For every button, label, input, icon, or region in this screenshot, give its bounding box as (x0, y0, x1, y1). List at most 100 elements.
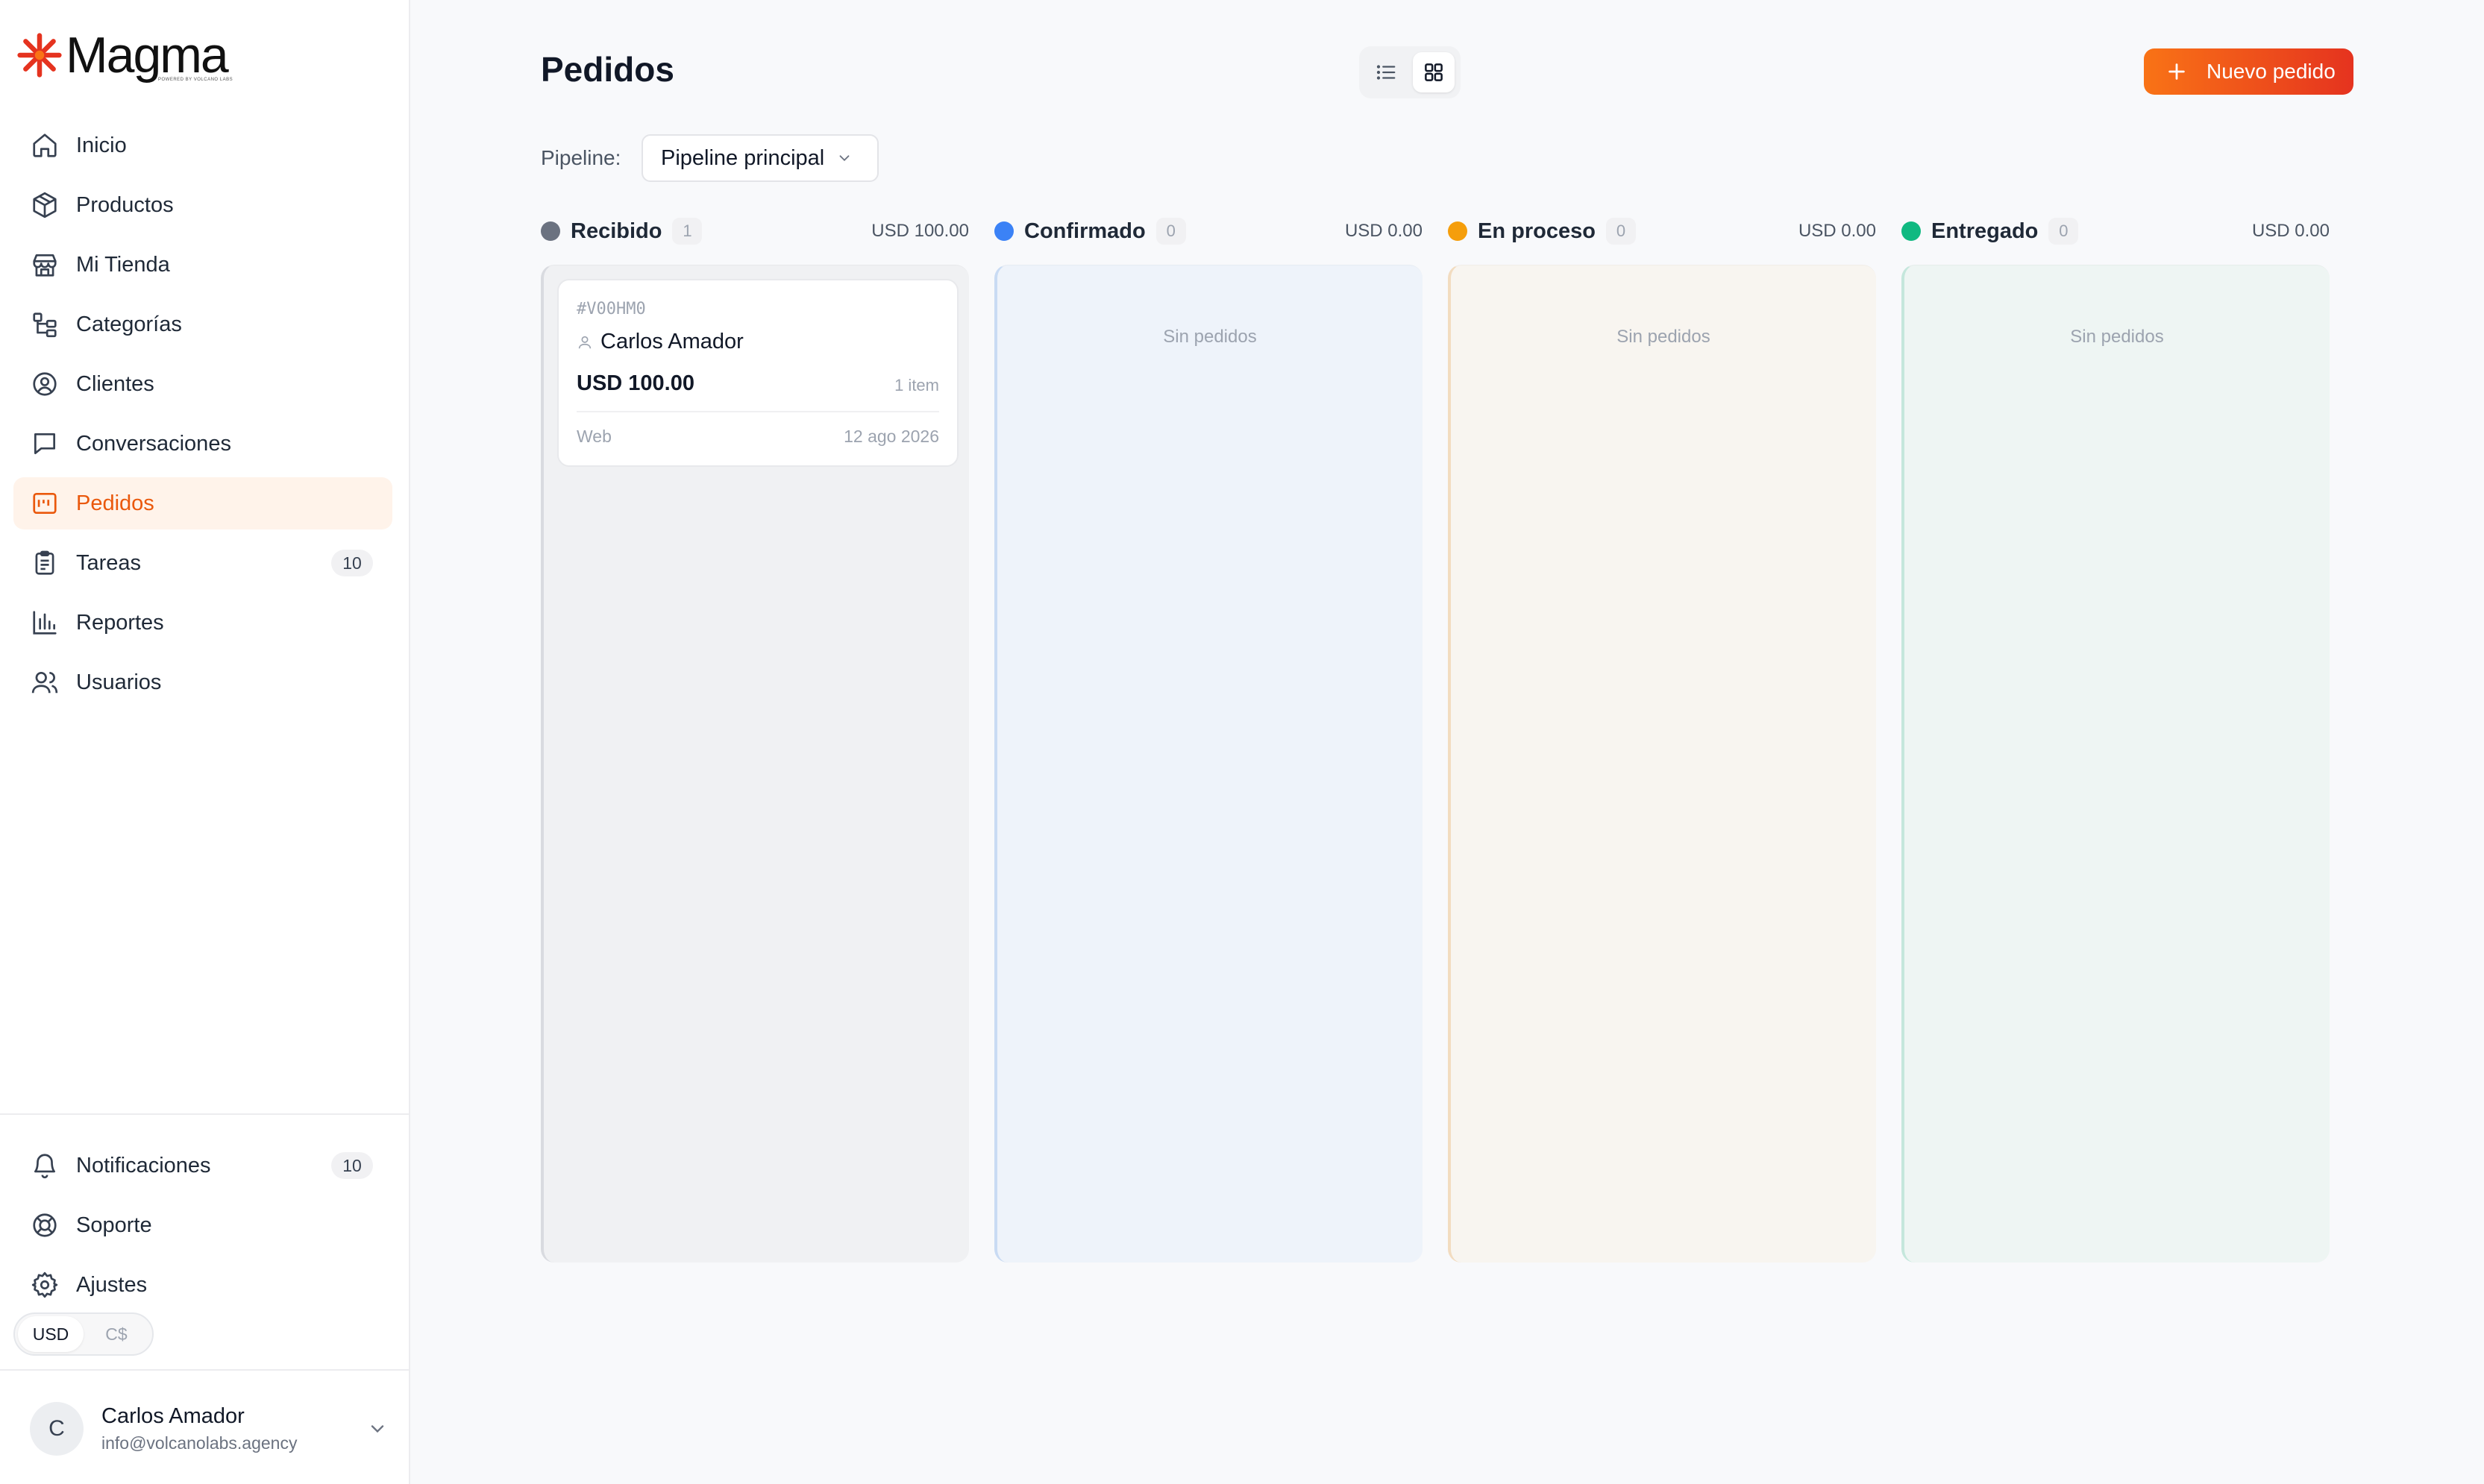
sidebar-item-usuarios[interactable]: Usuarios (13, 656, 392, 708)
brand-logo[interactable]: Magma POWERED BY VOLCANO LABS (16, 27, 233, 84)
column-title: Confirmado (1024, 218, 1146, 243)
card-divider (577, 411, 939, 412)
sidebar-item-label: Inicio (76, 133, 127, 157)
lifebuoy-icon (30, 1210, 60, 1240)
column-body-en-proceso[interactable]: Sin pedidos (1448, 265, 1876, 1263)
avatar: C (30, 1402, 84, 1456)
order-customer: Carlos Amador (577, 330, 744, 354)
sidebar-item-label: Soporte (76, 1213, 152, 1237)
store-icon (30, 250, 60, 280)
sidebar-item-tareas[interactable]: Tareas 10 (13, 537, 392, 589)
sidebar-item-categorias[interactable]: Categorías (13, 298, 392, 350)
sidebar-item-label: Tareas (76, 550, 142, 575)
home-icon (30, 131, 60, 160)
column-count: 0 (2048, 218, 2079, 245)
chat-icon (30, 429, 60, 459)
bar-chart-icon (30, 608, 60, 638)
order-items-count: 1 item (894, 376, 939, 394)
column-body-confirmado[interactable]: Sin pedidos (994, 265, 1423, 1263)
column-title: En proceso (1478, 218, 1596, 243)
clipboard-icon (30, 548, 60, 578)
sidebar-item-pedidos[interactable]: Pedidos (13, 477, 392, 529)
empty-state: Sin pedidos (2070, 327, 2164, 347)
brand-name: Magma (66, 27, 229, 84)
column-total: USD 0.00 (1798, 221, 1876, 241)
column-header-recibido: Recibido 1 USD 100.00 (541, 216, 969, 246)
order-channel: Web (577, 427, 612, 446)
order-date: 12 ago 2026 (844, 427, 939, 446)
column-header-confirmado: Confirmado 0 USD 0.00 (994, 216, 1423, 246)
sidebar-item-mi-tienda[interactable]: Mi Tienda (13, 239, 392, 291)
sidebar-item-label: Clientes (76, 371, 154, 396)
status-dot (1901, 221, 1921, 241)
sidebar-item-label: Usuarios (76, 670, 162, 694)
list-icon (1376, 65, 1396, 80)
sidebar-item-conversaciones[interactable]: Conversaciones (13, 418, 392, 470)
pipeline-select[interactable]: Pipeline principal (642, 134, 879, 182)
column-body-entregado[interactable]: Sin pedidos (1901, 265, 2330, 1263)
status-dot (541, 221, 560, 241)
order-amount: USD 100.00 (577, 371, 694, 395)
pipeline-selected-value: Pipeline principal (661, 145, 825, 170)
order-customer-name: Carlos Amador (600, 330, 744, 353)
column-total: USD 0.00 (1344, 221, 1423, 241)
column-count: 0 (1155, 218, 1186, 245)
sidebar-item-clientes[interactable]: Clientes (13, 358, 392, 410)
user-circle-icon (30, 369, 60, 399)
plus-icon (2168, 63, 2185, 80)
sidebar-item-label: Notificaciones (76, 1153, 211, 1178)
orders-icon (30, 488, 60, 518)
sidebar-item-label: Productos (76, 192, 174, 217)
new-order-button[interactable]: Nuevo pedido (2144, 48, 2353, 95)
person-icon (578, 336, 592, 348)
box-icon (30, 190, 60, 220)
gear-icon (30, 1270, 60, 1300)
user-menu[interactable]: C Carlos Amador info@volcanolabs.agency (30, 1400, 388, 1457)
magma-logo-icon (17, 33, 62, 78)
users-icon (30, 667, 60, 697)
pipeline-label: Pipeline: (541, 146, 621, 169)
column-body-recibido[interactable]: #V00HM0 Carlos Amador USD 100.00 1 item … (541, 265, 969, 1263)
column-total: USD 100.00 (871, 221, 969, 241)
column-count: 0 (1605, 218, 1636, 245)
user-name: Carlos Amador (101, 1404, 245, 1428)
column-header-entregado: Entregado 0 USD 0.00 (1901, 216, 2330, 246)
order-card[interactable]: #V00HM0 Carlos Amador USD 100.00 1 item … (557, 279, 959, 467)
view-toggle (1359, 46, 1461, 98)
sidebar-item-label: Pedidos (76, 491, 154, 515)
list-view-button[interactable] (1365, 52, 1407, 92)
empty-state: Sin pedidos (1616, 327, 1710, 347)
currency-option-cordoba[interactable]: C$ (84, 1316, 149, 1352)
sidebar-item-soporte[interactable]: Soporte (13, 1199, 392, 1251)
sidebar-item-label: Mi Tienda (76, 252, 170, 277)
sidebar-divider (0, 1369, 410, 1371)
bell-icon (30, 1151, 60, 1180)
column-title: Recibido (571, 218, 662, 243)
new-order-label: Nuevo pedido (2207, 60, 2336, 83)
sidebar-item-reportes[interactable]: Reportes (13, 597, 392, 649)
user-email: info@volcanolabs.agency (101, 1433, 298, 1453)
sidebar: Magma POWERED BY VOLCANO LABS Inicio Pro… (0, 0, 410, 1484)
column-title: Entregado (1931, 218, 2039, 243)
tasks-count-badge: 10 (331, 550, 373, 576)
sidebar-item-productos[interactable]: Productos (13, 179, 392, 231)
currency-option-usd[interactable]: USD (18, 1316, 84, 1352)
brand-tagline: POWERED BY VOLCANO LABS (158, 78, 233, 82)
hierarchy-icon (30, 309, 60, 339)
user-info: Carlos Amador info@volcanolabs.agency (101, 1404, 297, 1453)
sidebar-item-label: Categorías (76, 312, 182, 336)
sidebar-item-notificaciones[interactable]: Notificaciones 10 (13, 1139, 392, 1192)
status-dot (994, 221, 1014, 241)
board-view-button[interactable] (1413, 52, 1455, 92)
chevron-down-icon (371, 1425, 384, 1433)
page-title: Pedidos (541, 50, 674, 89)
order-id: #V00HM0 (577, 300, 646, 318)
currency-switch: USD C$ (13, 1312, 154, 1356)
empty-state: Sin pedidos (1163, 327, 1257, 347)
sidebar-item-label: Conversaciones (76, 431, 231, 456)
notifications-count-badge: 10 (331, 1152, 373, 1179)
grid-icon (1425, 63, 1443, 81)
sidebar-divider (0, 1113, 410, 1115)
sidebar-item-ajustes[interactable]: Ajustes (13, 1259, 392, 1311)
sidebar-item-inicio[interactable]: Inicio (13, 119, 392, 172)
